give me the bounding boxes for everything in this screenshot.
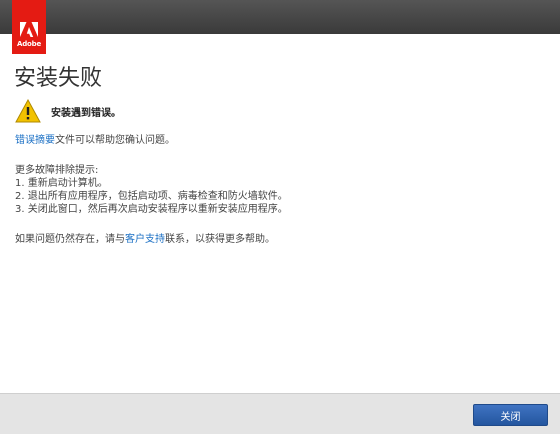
troubleshoot-heading: 更多故障排除提示: — [15, 165, 99, 176]
adobe-logo: Adobe — [12, 0, 46, 54]
troubleshoot-step: 1. 重新启动计算机。 — [15, 178, 108, 189]
title-bar — [0, 0, 560, 34]
summary-text: 文件可以帮助您确认问题。 — [55, 135, 175, 146]
support-pre-text: 如果问题仍然存在，请与 — [15, 234, 125, 245]
support-line: 如果问题仍然存在，请与客户支持联系，以获得更多帮助。 — [15, 233, 275, 246]
warning-icon — [15, 99, 41, 123]
summary-line: 错误摘要文件可以帮助您确认问题。 — [15, 134, 175, 147]
close-button[interactable]: 关闭 — [473, 404, 548, 426]
page-title: 安装失败 — [14, 66, 103, 91]
warning-text: 安装遇到错误。 — [51, 107, 121, 119]
support-post-text: 联系，以获得更多帮助。 — [165, 234, 275, 245]
logo-text: Adobe — [17, 40, 41, 48]
adobe-logo-icon — [20, 22, 38, 37]
warning-message: 安装遇到错误。 — [15, 99, 121, 123]
troubleshoot-step: 3. 关闭此窗口，然后再次启动安装程序以重新安装应用程序。 — [15, 204, 288, 215]
troubleshoot-step: 2. 退出所有应用程序，包括启动项、病毒检查和防火墙软件。 — [15, 191, 288, 202]
customer-support-link[interactable]: 客户支持 — [125, 234, 165, 245]
error-summary-link[interactable]: 错误摘要 — [15, 135, 55, 146]
